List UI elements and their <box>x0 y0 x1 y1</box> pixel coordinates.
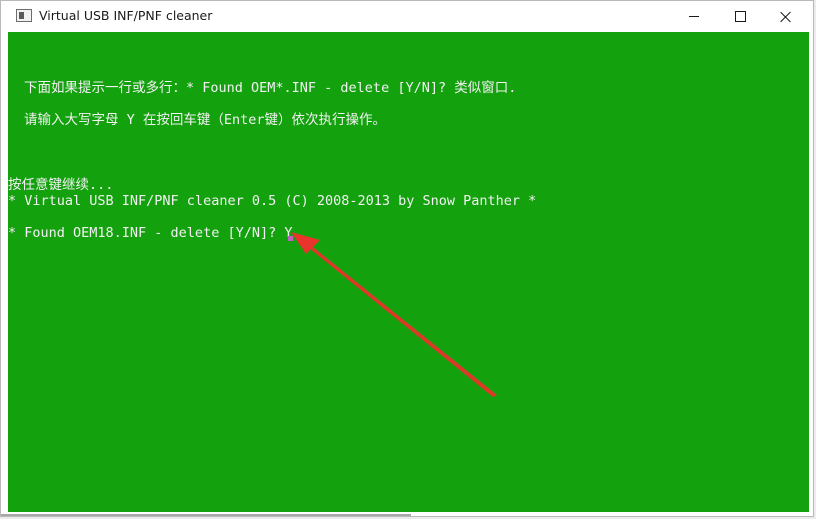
console-window: Virtual USB INF/PNF cleaner 下面如果提示一行或多行：… <box>0 0 814 517</box>
window-title: Virtual USB INF/PNF cleaner <box>39 8 213 23</box>
instruction-line-2: 请输入大写字母 Y 在按回车键（Enter键）依次执行操作。 <box>24 112 387 128</box>
minimize-icon <box>689 16 699 17</box>
close-button[interactable] <box>763 1 809 32</box>
program-banner-line: * Virtual USB INF/PNF cleaner 0.5 (C) 20… <box>8 193 537 209</box>
text-cursor <box>288 236 293 241</box>
maximize-button[interactable] <box>717 1 763 32</box>
arrow-shaft <box>301 241 497 397</box>
title-bar[interactable]: Virtual USB INF/PNF cleaner <box>1 1 813 32</box>
bottom-divider <box>1 514 411 516</box>
minimize-button[interactable] <box>671 1 717 32</box>
bottom-strip <box>1 512 813 516</box>
arrow-head <box>291 232 320 254</box>
close-icon <box>780 11 792 23</box>
maximize-icon <box>734 11 746 22</box>
instruction-line-1: 下面如果提示一行或多行：* Found OEM*.INF - delete [Y… <box>24 80 517 96</box>
red-arrow-annotation <box>291 232 497 397</box>
found-inf-prompt-line: * Found OEM18.INF - delete [Y/N]? Y <box>8 225 293 241</box>
console-window-icon <box>16 9 32 22</box>
console-output[interactable]: 下面如果提示一行或多行：* Found OEM*.INF - delete [Y… <box>8 32 809 512</box>
